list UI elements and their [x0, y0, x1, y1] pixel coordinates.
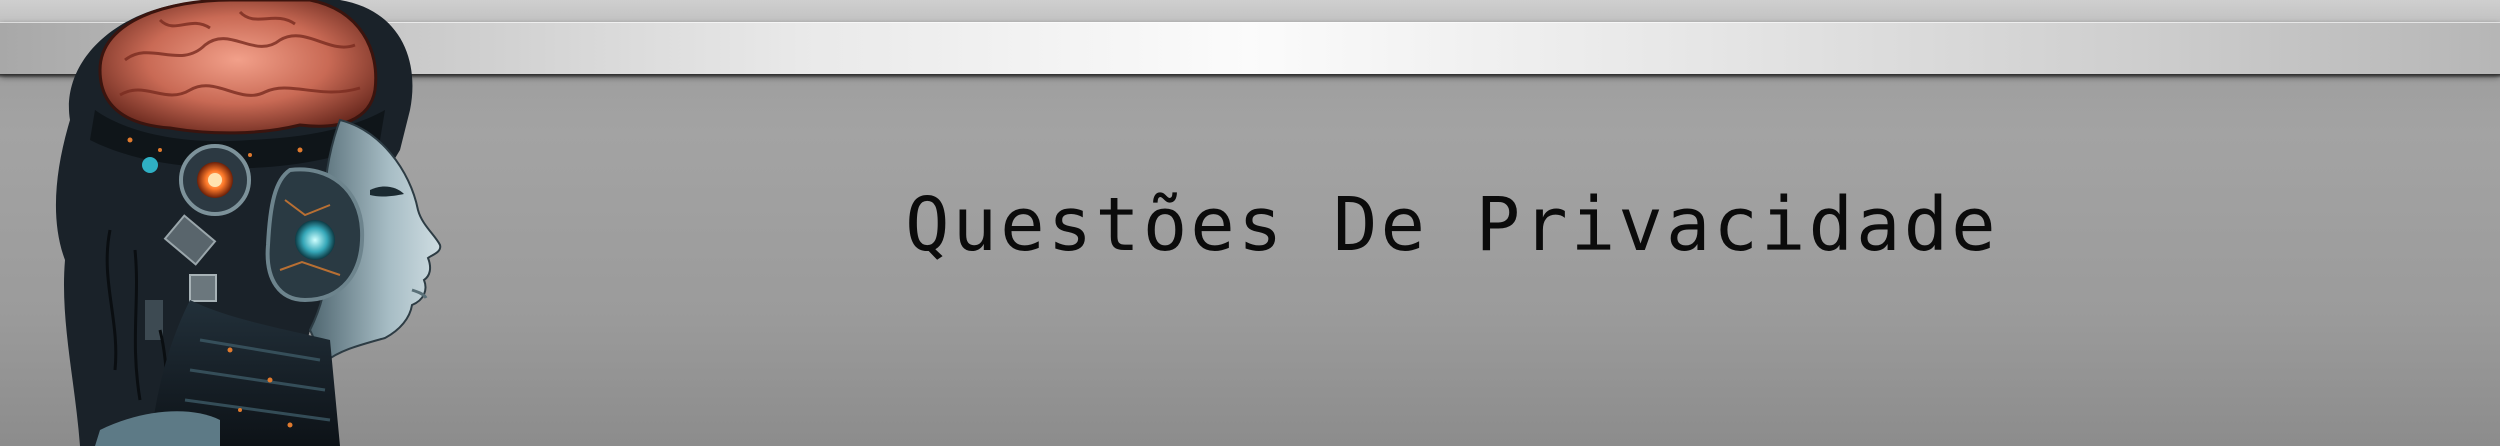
page-title: Questões De Privacidade [905, 182, 1999, 268]
robot-head-with-brain-icon [40, 0, 520, 446]
